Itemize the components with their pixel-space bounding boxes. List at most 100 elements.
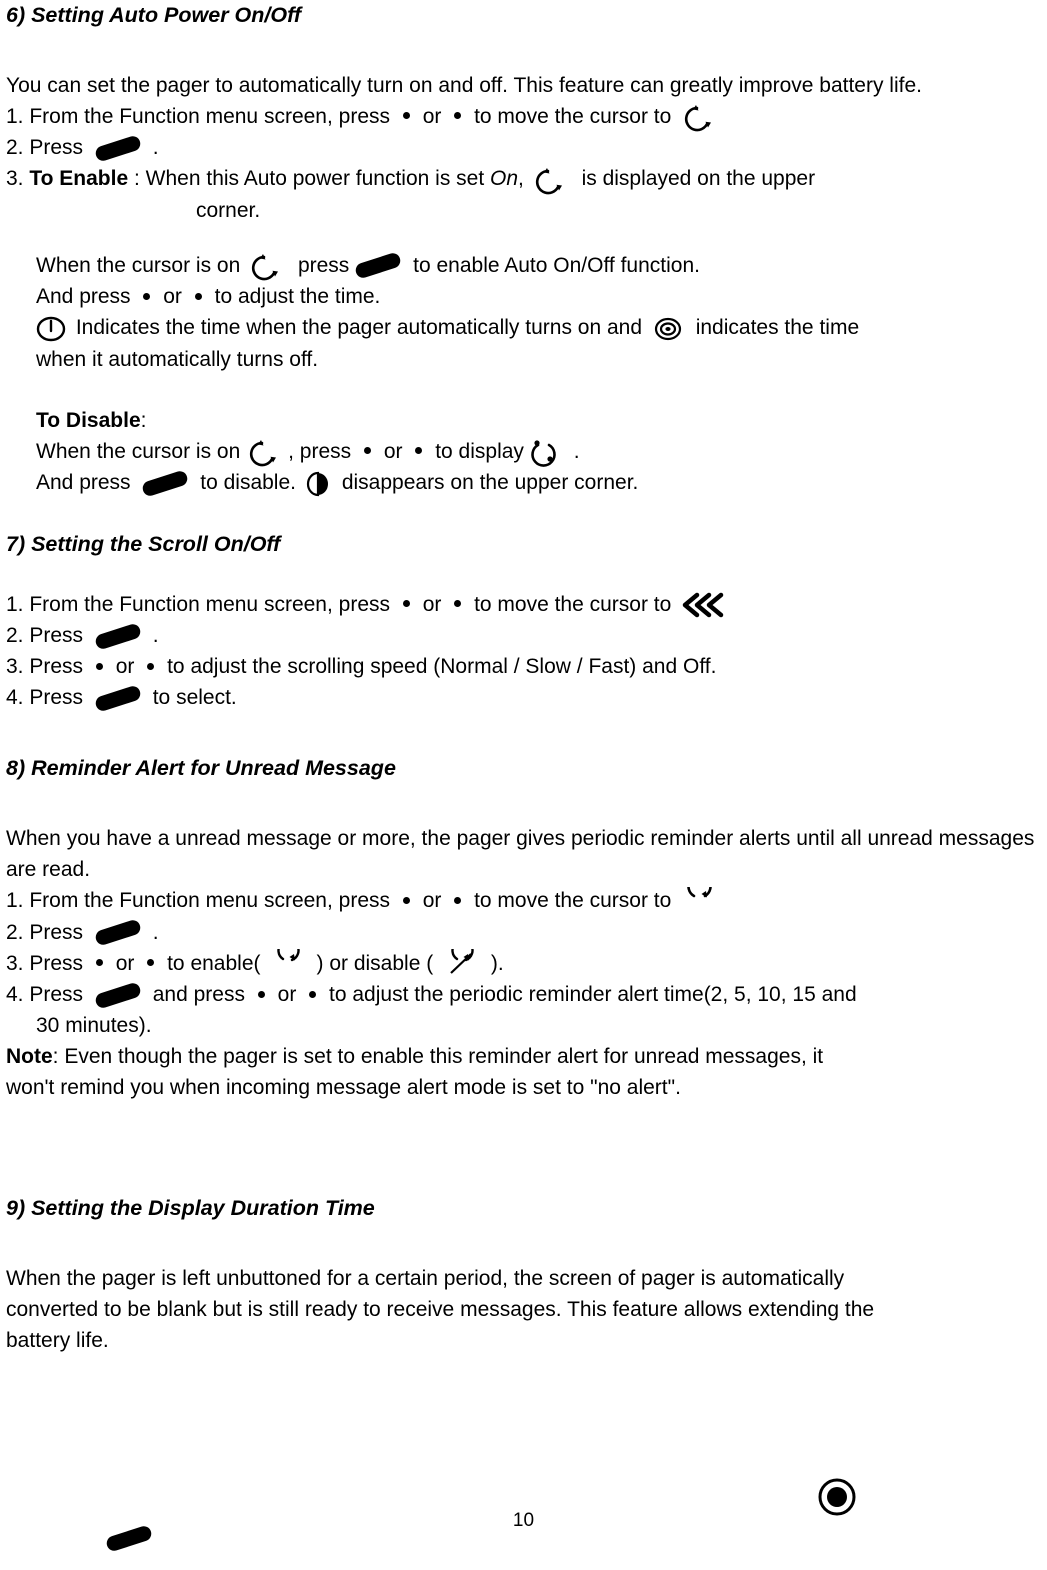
section6-indicates-b: indicates the time [695, 316, 860, 340]
section8-step4-text-a: 4. Press [6, 983, 84, 1007]
section7-step3-or: or [115, 655, 135, 679]
section7-step2-period: . [152, 624, 159, 648]
section-heading-7: 7) Setting the Scroll On/Off [6, 531, 281, 556]
auto-power-icon [246, 437, 288, 467]
section6-and-press-text: And press [36, 285, 131, 309]
section7-step3-text-a: 3. Press [6, 655, 84, 679]
dot-icon [363, 447, 371, 455]
section8-step2: 2. Press . [6, 917, 1041, 948]
dot-icon [95, 662, 103, 670]
section6-disable-text-b2: to disable. [200, 471, 296, 495]
section6-to-disable-line: To Disable: [6, 405, 1041, 436]
section8-step3-text-b: to enable( [167, 951, 261, 975]
section6-indicates-line: Indicates the time when the pager automa… [6, 312, 1041, 343]
section6-indicates-a: Indicates the time when the pager automa… [75, 316, 643, 340]
power-on-time-icon [36, 314, 70, 344]
section8-note: Note: Even though the pager is set to en… [6, 1041, 1041, 1072]
section8-step3: 3. Press or to enable( ) or disable ( ). [6, 948, 1041, 979]
section9-intro-b: converted to be blank but is still ready… [6, 1298, 875, 1322]
section8-step3-or: or [115, 951, 135, 975]
section-heading-9: 9) Setting the Display Duration Time [6, 1196, 375, 1221]
to-disable-colon: : [140, 408, 147, 432]
on-word: On [490, 167, 519, 191]
section6-disable-text-b: And press [36, 471, 131, 495]
section6-step2-period: . [152, 136, 159, 160]
section7-step4-text-b: to select. [152, 686, 237, 710]
section8-step1-or: or [422, 889, 442, 913]
section9-intro-a: When the pager is left unbuttoned for a … [6, 1267, 845, 1291]
section6-disable-text-a3: to display [435, 439, 524, 463]
section7-step2: 2. Press . [6, 620, 1041, 651]
section8-note-text-a: : Even though the pager is set to enable… [52, 1045, 824, 1069]
section6-cursor-line: When the cursor is on press to enable Au… [6, 250, 1041, 281]
section6-step3-label: 3. [6, 167, 24, 191]
section6-disable-line-a: When the cursor is on , press or to disp… [6, 436, 1041, 468]
section6-intro: You can set the pager to automatically t… [6, 74, 922, 97]
section8-step2-text: 2. Press [6, 920, 84, 944]
section6-disable-line-b: And press to disable. disappears on the … [6, 467, 1041, 498]
section8-intro: When you have a unread message or more, … [6, 827, 1035, 882]
press-word: press [297, 253, 350, 277]
section7-step4-text-a: 4. Press [6, 686, 84, 710]
section9-intro-c: battery life. [6, 1329, 109, 1353]
button-glyph-icon [93, 922, 143, 944]
section8-step3-text-d: ). [490, 951, 504, 975]
section6-step2: 2. Press . [6, 132, 1041, 163]
dot-icon [257, 990, 265, 998]
section6-cursor-text-a: When the cursor is on [36, 253, 241, 277]
section8-step3-text-a: 3. Press [6, 951, 84, 975]
section8-step1-text-b: to move the cursor to [474, 889, 672, 913]
button-glyph-icon [104, 1528, 154, 1550]
section6-disable-text-a2: , press [288, 439, 352, 463]
section6-cursor-text-b: to enable Auto On/Off function. [413, 253, 700, 277]
to-enable-label: To Enable [29, 167, 129, 191]
dot-icon [147, 662, 155, 670]
section6-indicates-cont: when it automatically turns off. [36, 347, 319, 371]
button-glyph-icon [353, 255, 403, 277]
reminder-enable-icon [261, 949, 317, 979]
dot-icon [402, 896, 410, 904]
scroll-icon [677, 590, 729, 620]
section6-adjust-time: to adjust the time. [214, 285, 381, 309]
button-glyph-icon [93, 985, 143, 1007]
section8-step1: 1. From the Function menu screen, press … [6, 885, 1041, 916]
section7-step1: 1. From the Function menu screen, press … [6, 589, 1041, 620]
dot-icon [147, 959, 155, 967]
section8-step4-cont: 30 minutes). [36, 1014, 152, 1038]
section6-and-press-line: And press or to adjust the time. [6, 281, 1041, 312]
reminder-alert-icon [677, 886, 727, 917]
dot-icon [143, 292, 151, 300]
section8-step4: 4. Press and press or to adjust the peri… [6, 979, 1041, 1010]
dot-icon [194, 292, 202, 300]
dot-icon [402, 600, 410, 608]
section7-step1-text-a: 1. From the Function menu screen, press [6, 592, 390, 616]
section6-step2-text: 2. Press [6, 136, 84, 160]
section-heading-6: 6) Setting Auto Power On/Off [6, 3, 302, 27]
section6-or: or [163, 285, 182, 309]
section6-step3-text-a: : When this Auto power function is set [134, 167, 485, 191]
dot-icon [309, 990, 317, 998]
auto-power-icon [530, 165, 576, 195]
section6-step3-cont: corner. [196, 198, 261, 222]
comma: , [518, 167, 524, 191]
section7-step1-or: or [422, 592, 442, 616]
page-number: 10 [512, 1510, 535, 1531]
dot-icon [95, 959, 103, 967]
section8-step4-text-c: to adjust the periodic reminder alert ti… [329, 983, 857, 1007]
note-label: Note [6, 1045, 53, 1069]
section6-disable-or: or [383, 439, 403, 463]
section7-step3: 3. Press or to adjust the scrolling spee… [6, 651, 1041, 682]
section6-step3-text-b: is displayed on the upper [581, 167, 816, 191]
section6-disable-text-a: When the cursor is on [36, 439, 241, 463]
section7-step3-text-b: to adjust the scrolling speed (Normal / … [167, 655, 717, 679]
half-filled-circle-icon [296, 469, 336, 499]
page-content: 6) Setting Auto Power On/Off You can set… [6, 0, 1041, 1356]
section6-step1-or: or [422, 105, 442, 128]
power-off-time-icon [648, 314, 690, 344]
section7-step1-text-b: to move the cursor to [474, 592, 672, 616]
auto-power-icon [677, 102, 727, 132]
section7-step2-text: 2. Press [6, 624, 84, 648]
section6-step1-text-b: to move the cursor to [474, 105, 672, 128]
document-page: 6) Setting Auto Power On/Off You can set… [0, 0, 1047, 1570]
section6-step1-text-a: 1. From the Function menu screen, press [6, 105, 390, 128]
